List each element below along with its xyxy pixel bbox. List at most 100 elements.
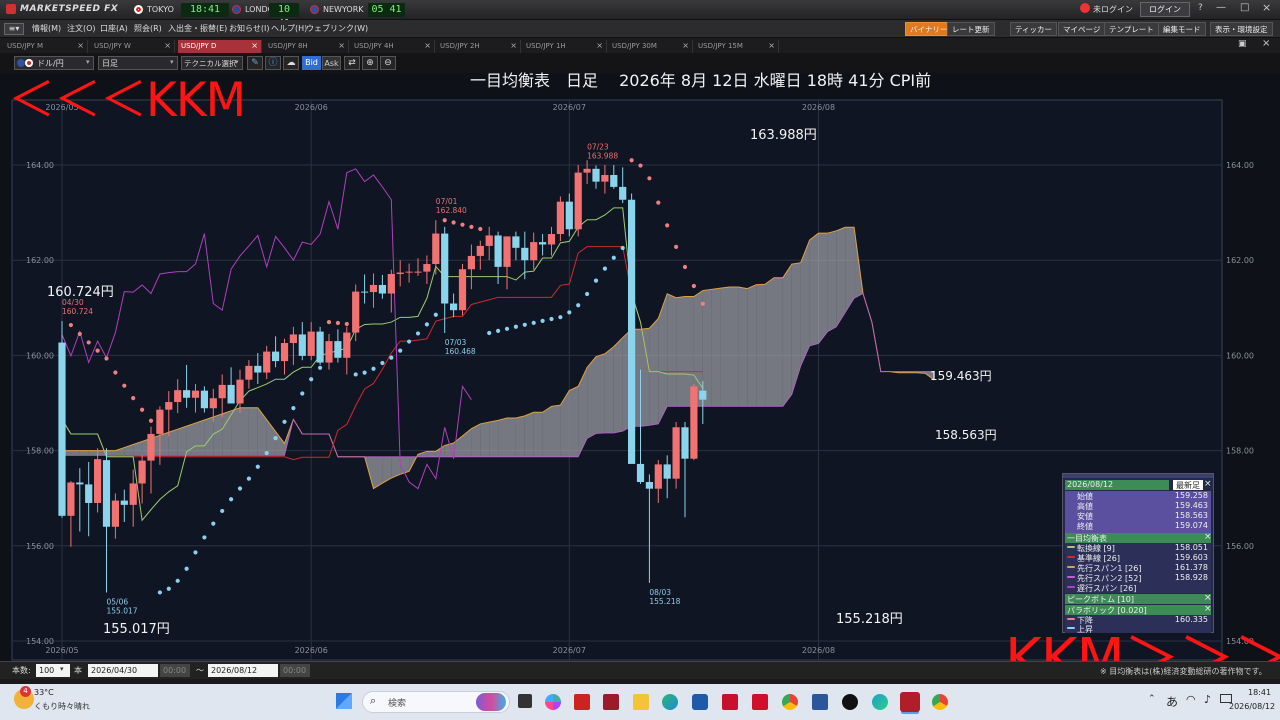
search-highlight-icon xyxy=(476,693,506,711)
tab-usdjpy-d[interactable]: USD/JPY D × xyxy=(178,40,262,53)
sar-dot-up xyxy=(567,310,572,315)
sar-dot-up xyxy=(229,497,234,502)
tab-close-all-icon[interactable]: × xyxy=(1262,38,1270,49)
ticker-button[interactable]: ティッカー xyxy=(1010,22,1058,36)
dell-icon[interactable] xyxy=(692,694,708,710)
rate-update-button[interactable]: レート更新 xyxy=(947,22,995,36)
from-time-input[interactable]: 00:00 xyxy=(160,664,190,677)
menu-item-info[interactable]: 情報(M) xyxy=(32,23,61,34)
chrome-icon-2[interactable] xyxy=(932,694,948,710)
tab-usdjpy-w[interactable]: USD/JPY W × xyxy=(91,40,175,53)
tab-close-icon[interactable]: × xyxy=(164,41,171,50)
app-icon-red-2[interactable] xyxy=(752,694,768,710)
app-icon-red[interactable] xyxy=(574,694,590,710)
menu-item-deposit[interactable]: 入出金・振替(E) xyxy=(168,23,227,34)
tab-close-icon[interactable]: × xyxy=(768,41,775,50)
sar-dot-down xyxy=(629,158,634,163)
maximize-icon[interactable]: □ xyxy=(1240,2,1249,13)
sar-dot-up xyxy=(611,255,616,260)
sar-close-icon[interactable]: × xyxy=(1204,604,1212,614)
sar-dot-down xyxy=(77,331,82,337)
tab-close-icon[interactable]: × xyxy=(424,41,431,50)
sar-dot-up xyxy=(531,320,536,325)
login-button[interactable]: ログイン xyxy=(1140,2,1190,17)
tab-close-icon[interactable]: × xyxy=(682,41,689,50)
candle-up xyxy=(94,459,102,503)
mcafee-icon[interactable] xyxy=(722,694,738,710)
edge-icon[interactable] xyxy=(662,694,678,710)
sar-dot-up xyxy=(389,355,394,360)
clock-date[interactable]: 2026/08/12 xyxy=(1229,702,1275,711)
tray-chevron-up-icon[interactable]: ⌃ xyxy=(1148,694,1156,704)
tab-usdjpy-2h[interactable]: USD/JPY 2H × xyxy=(437,40,521,53)
copilot-icon[interactable] xyxy=(545,694,561,710)
tab-usdjpy-4h[interactable]: USD/JPY 4H × xyxy=(351,40,435,53)
tab-restore-icon[interactable]: ▣ xyxy=(1238,39,1247,49)
annotation-value: 155.017 xyxy=(107,607,138,616)
tab-usdjpy-15m[interactable]: USD/JPY 15M × xyxy=(695,40,779,53)
tab-close-icon[interactable]: × xyxy=(596,41,603,50)
windows-start-icon[interactable] xyxy=(336,693,352,709)
word-icon[interactable] xyxy=(812,694,828,710)
menu-item-inquiry[interactable]: 照会(R) xyxy=(134,23,162,34)
display-settings-button[interactable]: 表示・環境設定 xyxy=(1210,22,1273,36)
tab-close-icon[interactable]: × xyxy=(338,41,345,50)
tab-usdjpy-8h[interactable]: USD/JPY 8H × xyxy=(265,40,349,53)
task-view-icon[interactable] xyxy=(518,694,532,708)
chevron-down-icon: ▾ xyxy=(60,665,64,673)
menu-item-help[interactable]: ヘルプ(H) xyxy=(271,23,307,34)
info-icon[interactable]: ⓘ xyxy=(265,56,281,70)
ime-indicator[interactable]: あ xyxy=(1166,693,1178,710)
menu-item-notice[interactable]: お知らせ(I) xyxy=(229,23,269,34)
binary-button[interactable]: バイナリー xyxy=(905,22,953,36)
marketspeed-taskbar-icon[interactable] xyxy=(900,692,920,712)
count-input[interactable]: 100 xyxy=(36,664,70,677)
tab-close-icon[interactable]: × xyxy=(251,41,258,50)
info-close-icon[interactable]: × xyxy=(1204,479,1212,489)
tab-close-icon[interactable]: × xyxy=(510,41,517,50)
edit-mode-button[interactable]: 編集モード xyxy=(1158,22,1206,36)
app-icon-teal[interactable] xyxy=(872,694,888,710)
clock-time[interactable]: 18:41 xyxy=(1248,688,1271,697)
zoom-in-icon[interactable]: ⊕ xyxy=(362,56,378,70)
chrome-icon[interactable] xyxy=(782,694,798,710)
file-explorer-icon[interactable] xyxy=(633,694,649,710)
tab-usdjpy-1h[interactable]: USD/JPY 1H × xyxy=(523,40,607,53)
ichimoku-close-icon[interactable]: × xyxy=(1204,532,1212,542)
tab-usdjpy-m[interactable]: USD/JPY M × xyxy=(4,40,88,53)
minimize-icon[interactable]: — xyxy=(1216,2,1226,13)
candle-down xyxy=(619,186,627,200)
peak-bottom-header: ピークボトム [10] xyxy=(1065,594,1211,604)
to-time-input[interactable]: 00:00 xyxy=(280,664,310,677)
candle-up xyxy=(218,384,226,399)
zoom-out-icon[interactable]: ⊖ xyxy=(380,56,396,70)
menu-item-account[interactable]: 口座(A) xyxy=(100,23,128,34)
template-button[interactable]: テンプレート xyxy=(1104,22,1159,36)
sync-icon[interactable]: ⇄ xyxy=(344,56,360,70)
tradingview-icon[interactable] xyxy=(842,694,858,710)
help-icon[interactable]: ? xyxy=(1198,3,1203,13)
mypage-button[interactable]: マイページ xyxy=(1058,22,1106,36)
peak-close-icon[interactable]: × xyxy=(1204,593,1212,603)
app-icon-maroon[interactable] xyxy=(603,694,619,710)
cloud-segment xyxy=(818,233,828,344)
candle-down xyxy=(85,484,93,503)
tab-usdjpy-30m[interactable]: USD/JPY 30M × xyxy=(609,40,693,53)
close-window-icon[interactable]: × xyxy=(1262,1,1271,14)
candle-up xyxy=(672,427,680,479)
info-window-titlebar[interactable] xyxy=(1063,474,1213,478)
to-date-input[interactable]: 2026/08/12 xyxy=(208,664,278,677)
ask-button[interactable]: Ask xyxy=(322,56,341,70)
menu-item-order[interactable]: 注文(O) xyxy=(67,23,96,34)
menu-item-weblink[interactable]: ウェブリンク(W) xyxy=(306,23,368,34)
sar-dot-up xyxy=(184,566,189,571)
bid-button[interactable]: Bid xyxy=(302,56,321,70)
wifi-icon[interactable]: ◠ xyxy=(1186,693,1196,706)
pen-icon[interactable]: ✎ xyxy=(247,56,263,70)
tab-close-icon[interactable]: × xyxy=(77,41,84,50)
cloud-icon[interactable]: ☁ xyxy=(283,56,299,70)
cloud-segment xyxy=(480,422,490,457)
menu-hamburger-icon[interactable]: ≡▾ xyxy=(4,23,24,35)
from-date-input[interactable]: 2026/04/30 xyxy=(88,664,158,677)
volume-icon[interactable]: ♪ xyxy=(1204,693,1211,706)
